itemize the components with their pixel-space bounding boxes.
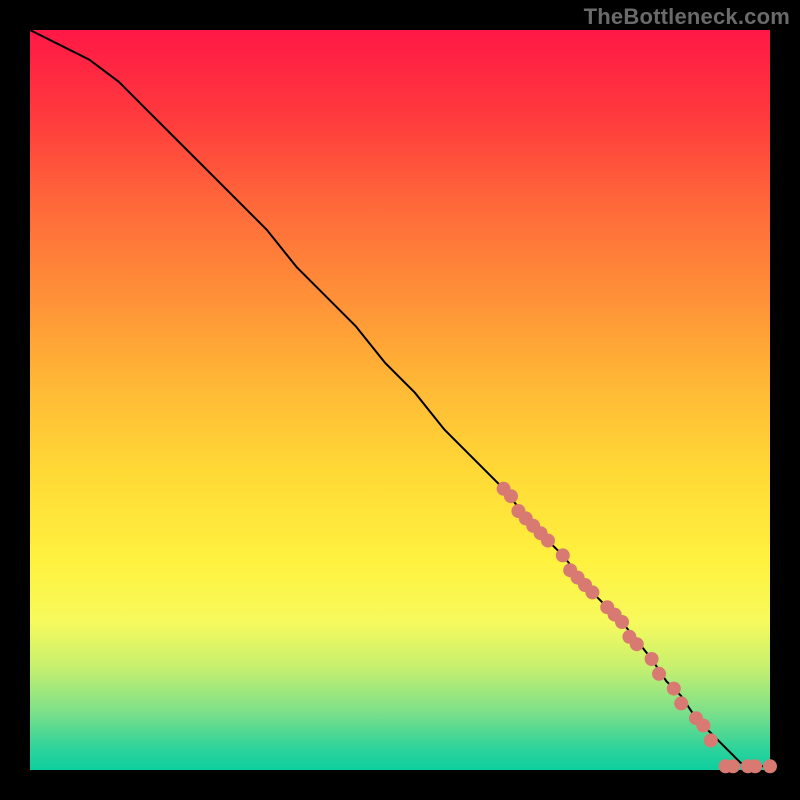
data-marker [704,733,718,747]
data-marker [763,759,777,773]
data-marker [630,637,644,651]
data-marker [667,682,681,696]
data-marker [726,759,740,773]
curve-line [30,30,770,766]
data-marker [541,534,555,548]
plot-area [30,30,770,770]
data-marker [674,696,688,710]
data-marker [585,585,599,599]
data-marker [615,615,629,629]
data-marker [504,489,518,503]
chart-svg [30,30,770,770]
data-marker [556,548,570,562]
watermark-text: TheBottleneck.com [584,4,790,30]
data-marker [652,667,666,681]
data-marker [696,719,710,733]
chart-stage: TheBottleneck.com [0,0,800,800]
data-marker [645,652,659,666]
marker-layer [497,482,777,774]
data-marker [748,759,762,773]
